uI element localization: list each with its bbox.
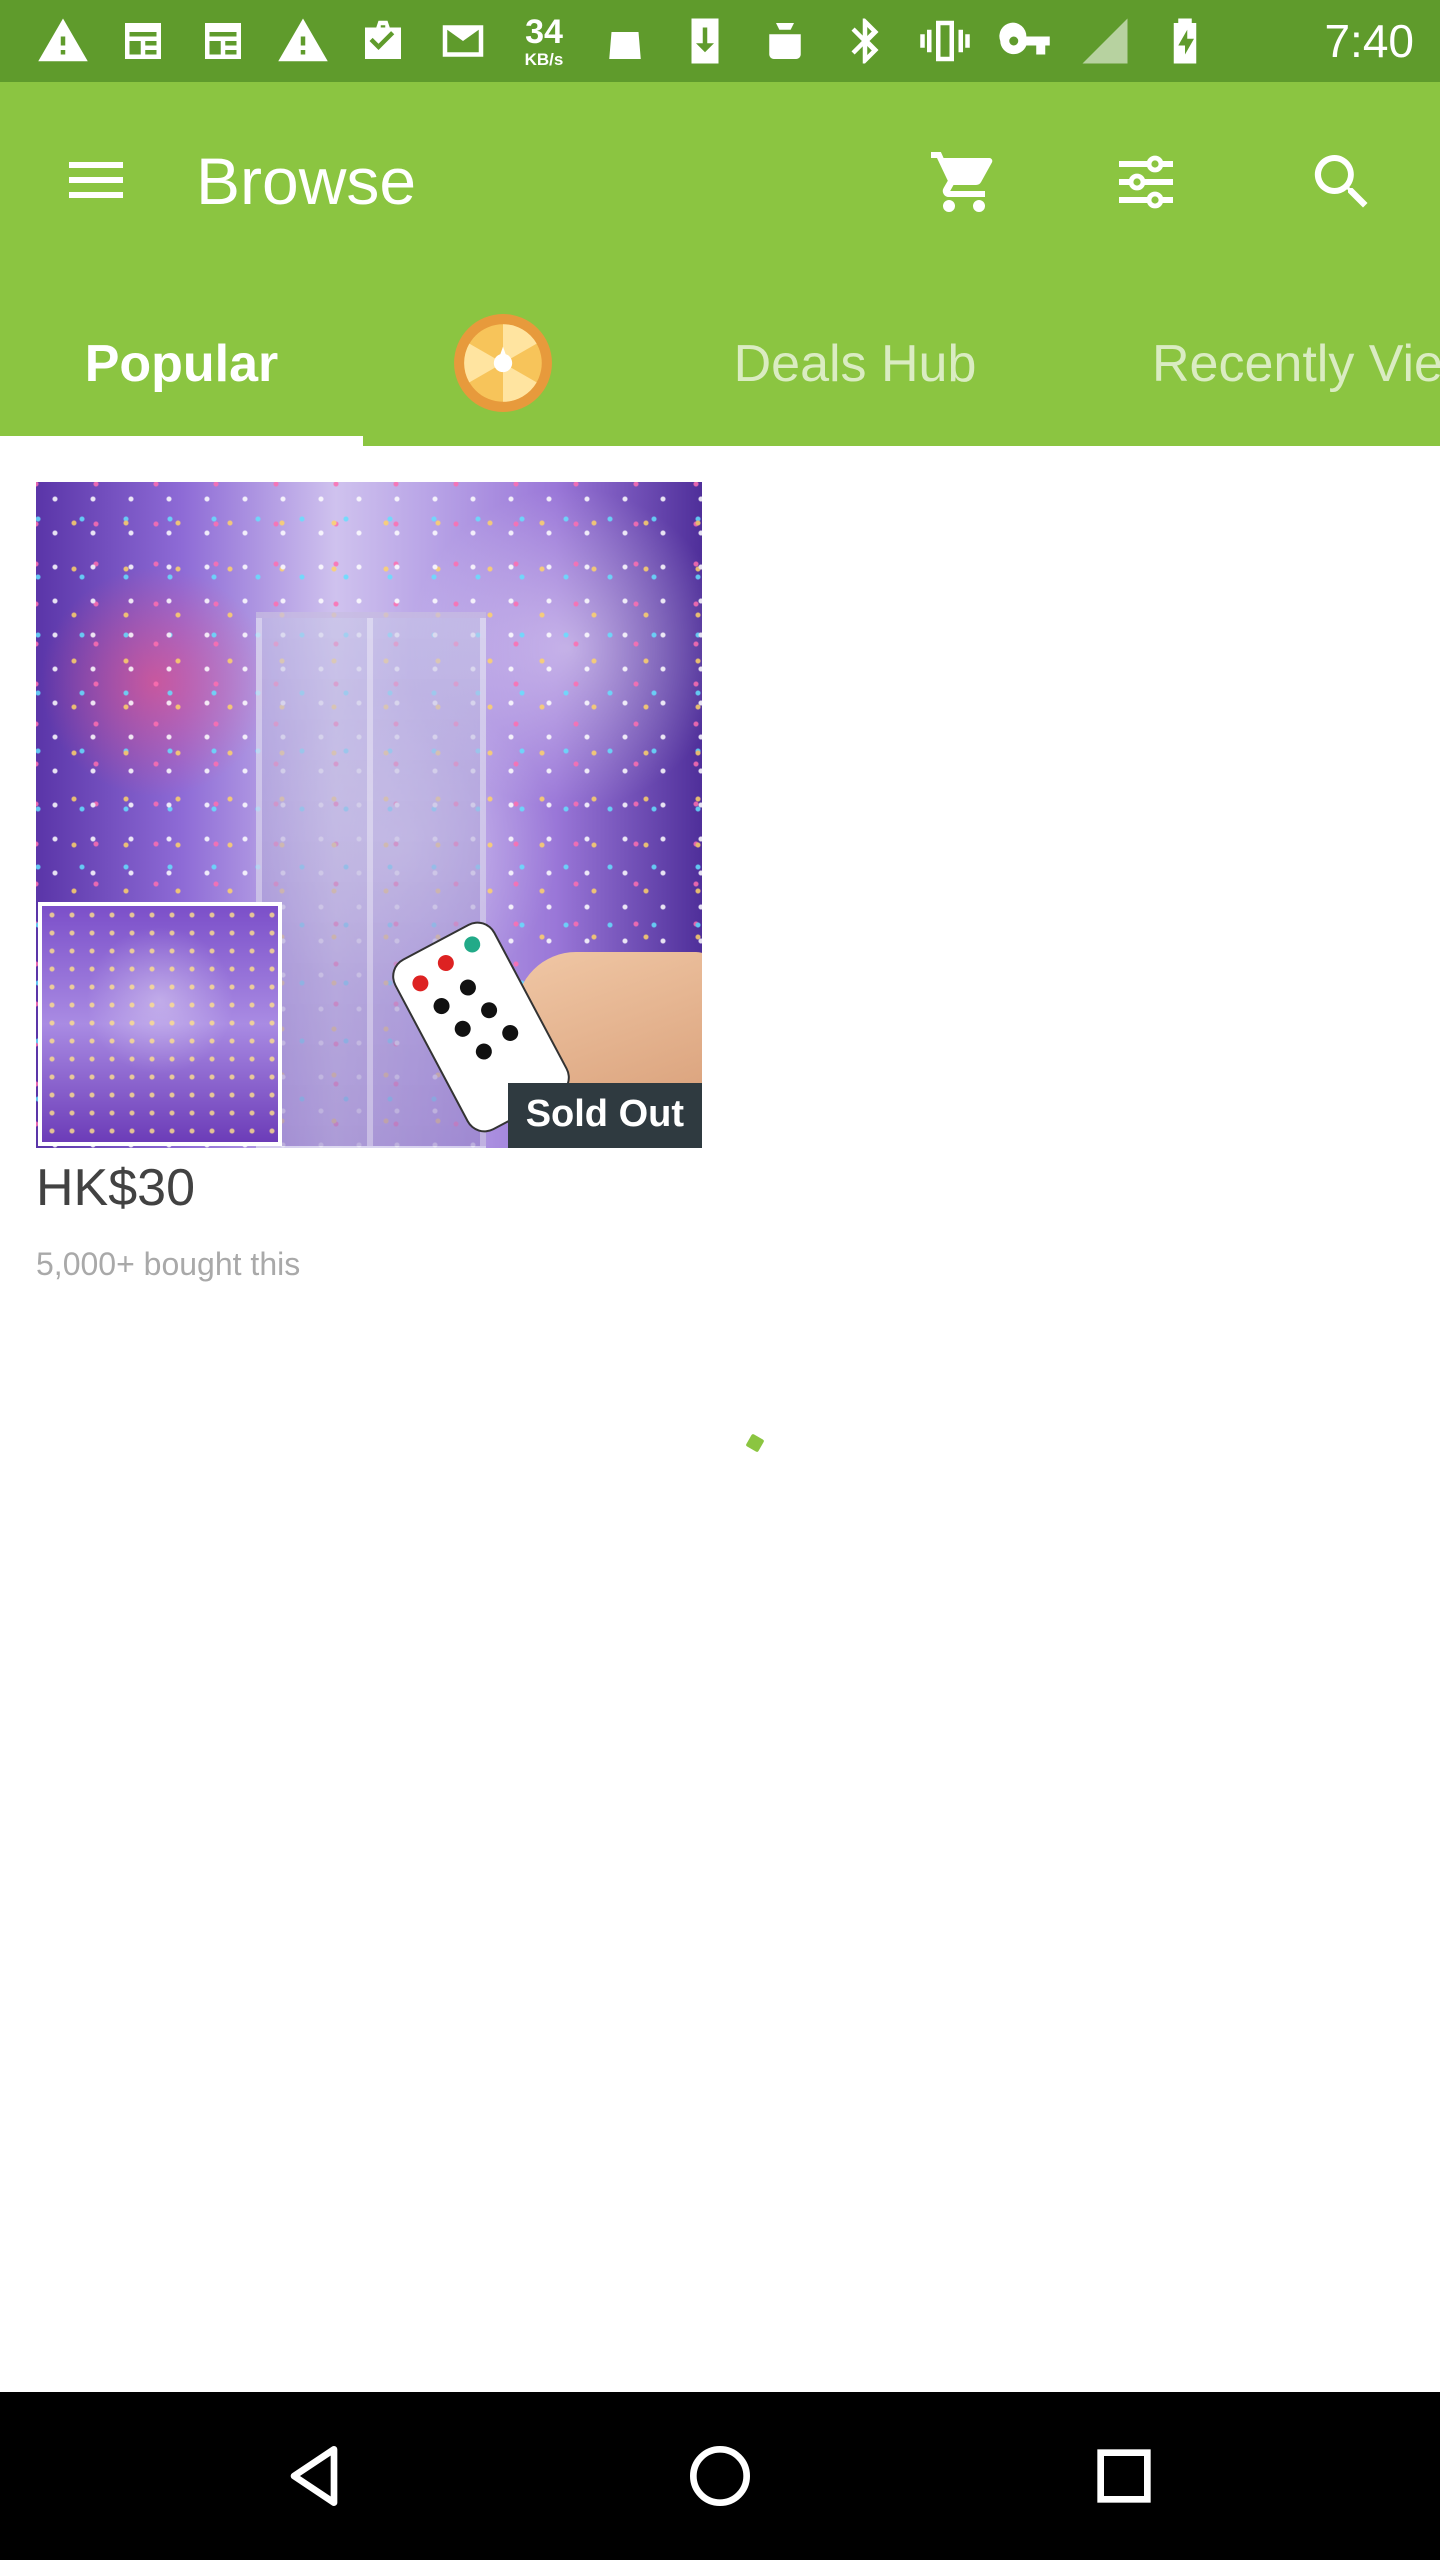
sold-out-badge: Sold Out <box>507 1083 702 1148</box>
android-icon <box>756 12 814 70</box>
gmail-icon <box>434 12 492 70</box>
daily-wheel-icon <box>454 314 552 412</box>
network-speed-unit: KB/s <box>524 49 564 69</box>
no-signal-icon <box>1076 12 1134 70</box>
tab-bar: Popular Deals Hub Recently Vie <box>0 282 1440 446</box>
android-icon <box>596 12 654 70</box>
filter-icon <box>1119 155 1173 209</box>
bought-count: 5,000+ bought this <box>36 1246 301 1282</box>
home-icon <box>690 2446 750 2506</box>
network-speed-value: 34 <box>525 12 563 51</box>
home-button[interactable] <box>670 2426 770 2526</box>
product-price: HK$30 <box>36 1159 195 1217</box>
menu-button[interactable] <box>58 142 134 218</box>
download-icon <box>676 12 734 70</box>
clock: 7:40 <box>1324 15 1414 67</box>
loading-spinner <box>745 1433 765 1453</box>
battery-charging-icon <box>1156 12 1214 70</box>
inset-lights <box>42 906 278 1142</box>
product-inset-image <box>38 902 282 1146</box>
tab-label: Recently Vie <box>1152 335 1440 393</box>
tab-indicator <box>0 436 363 446</box>
bluetooth-icon <box>836 12 894 70</box>
network-speed: 34 KB/s <box>514 15 574 68</box>
cart-button[interactable] <box>924 142 1004 222</box>
search-button[interactable] <box>1302 142 1382 222</box>
vpn-key-icon <box>996 12 1054 70</box>
status-icons: 34 KB/s <box>34 12 1324 70</box>
app-bar: Browse <box>0 82 1440 282</box>
back-icon <box>290 2446 338 2506</box>
recents-button[interactable] <box>1074 2426 1174 2526</box>
news-icon <box>114 12 172 70</box>
back-button[interactable] <box>264 2426 364 2526</box>
product-image[interactable]: Sold Out <box>36 482 702 1148</box>
daily-wheel-tab[interactable] <box>452 312 554 414</box>
tab-label: Popular <box>84 335 279 393</box>
news-icon <box>194 12 252 70</box>
briefcase-check-icon <box>354 12 412 70</box>
navigation-bar <box>0 2392 1440 2560</box>
tab-deals-hub[interactable]: Deals Hub <box>690 282 1020 446</box>
tab-popular[interactable]: Popular <box>0 282 363 446</box>
warning-icon <box>274 12 332 70</box>
recents-icon <box>1097 2449 1151 2503</box>
menu-icon <box>69 162 123 198</box>
warning-icon <box>34 12 92 70</box>
search-icon <box>1314 155 1368 208</box>
filter-button[interactable] <box>1106 142 1186 222</box>
cart-icon <box>931 152 993 212</box>
tab-recently-viewed[interactable]: Recently Vie <box>1152 282 1440 446</box>
tab-label: Deals Hub <box>733 335 977 393</box>
vibrate-icon <box>916 12 974 70</box>
product-card[interactable]: Sold Out HK$30 5,000+ bought this <box>36 482 702 1283</box>
page-title: Browse <box>196 144 417 218</box>
status-bar: 34 KB/s 7:40 <box>0 0 1440 82</box>
